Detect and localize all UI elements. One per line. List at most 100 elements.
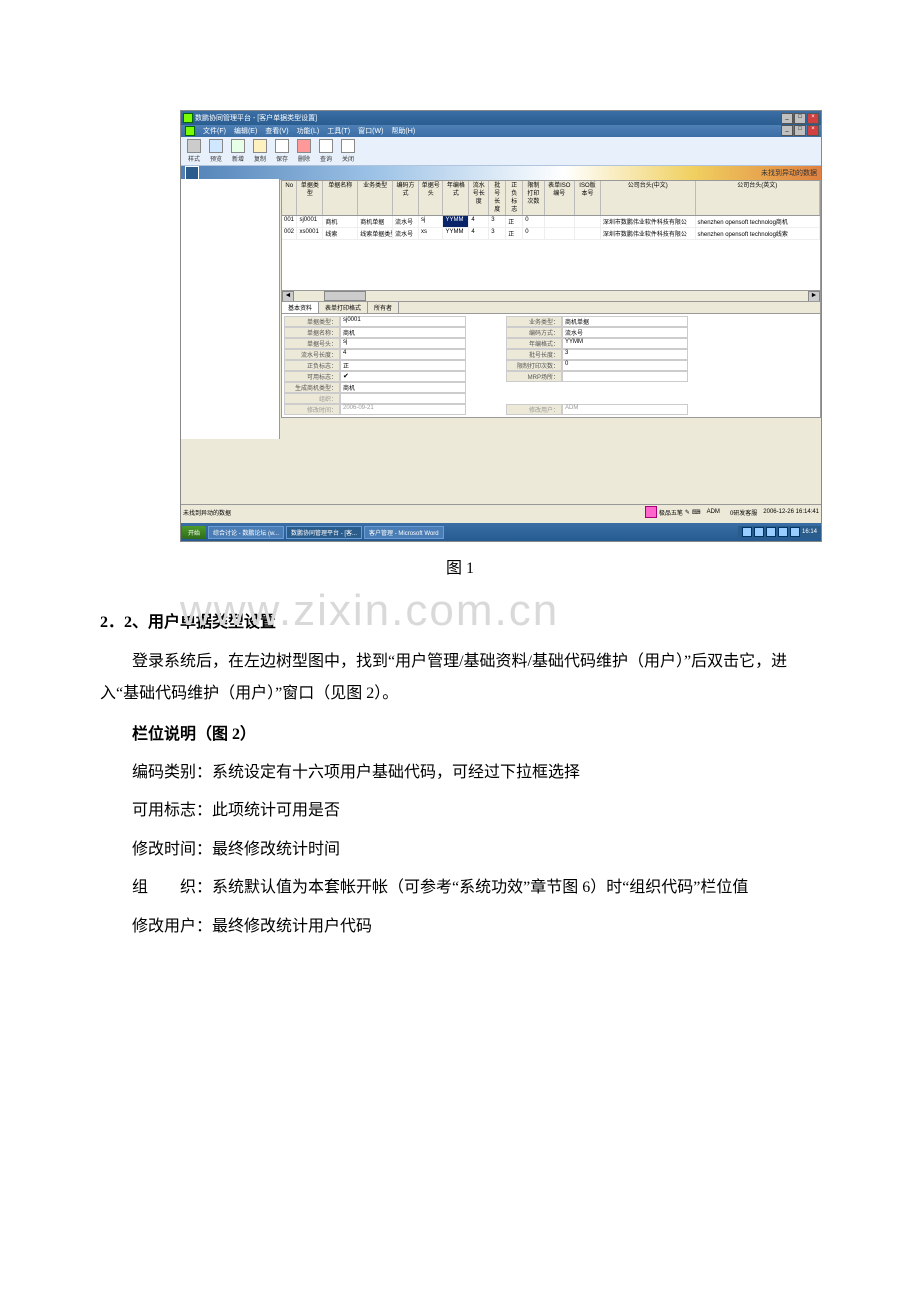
ime-icon[interactable] (645, 506, 657, 518)
mdi-maximize-icon[interactable]: □ (794, 125, 806, 136)
column-header[interactable]: 公司台头(中文) (601, 181, 696, 215)
column-header[interactable]: 单据名称 (323, 181, 358, 215)
column-header[interactable]: 正负标志 (506, 181, 523, 215)
scroll-thumb[interactable] (324, 291, 366, 301)
cell-cen: shenzhen opensoft technolog线索 (696, 228, 820, 239)
taskbar-item[interactable]: 数鹏协同管理平台 - [客... (286, 526, 362, 539)
maximize-icon[interactable]: □ (794, 113, 806, 124)
find-icon (319, 139, 333, 153)
field-value[interactable]: sj (340, 338, 466, 349)
新增-button[interactable]: 新增 (229, 139, 247, 163)
scroll-right-icon[interactable]: ► (808, 291, 820, 302)
cell-biz: 商机单据 (358, 216, 393, 227)
app-screenshot: 数鹏协同管理平台 - [客户单据类型设置] _ □ × _ □ × 文件(F) … (180, 110, 822, 542)
start-button[interactable]: 开始 (182, 526, 206, 539)
column-header[interactable]: 单据类型 (297, 181, 323, 215)
table-row[interactable]: 001sj0001商机商机单据流水号sjYYMM43正0深圳市数鹏伟业软件科技有… (282, 216, 820, 228)
field-value[interactable]: 流水号 (562, 327, 688, 338)
taskbar-item[interactable]: 综合讨论 - 数鹏论坛 (w... (208, 526, 284, 539)
field-value[interactable]: 0 (562, 360, 688, 371)
header-band-message: 未找到异动的数据 (761, 168, 817, 178)
toolbar: 样式预览新增复制保存删除查询关闭 (181, 137, 821, 166)
tray-icon[interactable] (742, 527, 752, 537)
field-label: 单据号头： (284, 338, 340, 349)
status-bar: 未找到异动的数据 极品五笔 ✎ ⌨ ADM 0研发客服 2006-12-26 1… (181, 504, 821, 519)
status-dev: 0研发客服 (730, 508, 757, 517)
tab-owner[interactable]: 所有者 (368, 302, 399, 313)
menu-file[interactable]: 文件(F) (203, 126, 226, 136)
data-grid[interactable]: No单据类型单据名称业务类型编码方式单据号头年编格式流水号长度批号长度正负标志限… (281, 180, 821, 302)
mdi-minimize-icon[interactable]: _ (781, 125, 793, 136)
cell-czh: 深圳市数鹏伟业软件科技有限公 (601, 216, 696, 227)
column-header[interactable]: 编码方式 (393, 181, 419, 215)
tab-basic[interactable]: 基本资料 (282, 302, 319, 313)
column-header[interactable]: 公司台头(英文) (696, 181, 820, 215)
ime-tool-icon[interactable]: ✎ (685, 509, 690, 516)
field-value[interactable]: 商机 (340, 327, 466, 338)
add-icon (231, 139, 245, 153)
column-header[interactable]: No (282, 181, 297, 215)
minimize-icon[interactable]: _ (781, 113, 793, 124)
field-value: 2006-09-21 (340, 404, 466, 415)
field-value[interactable]: 4 (340, 349, 466, 360)
section-heading: 2．2、用户单据类型设置 (100, 608, 820, 632)
table-row[interactable]: 002xs0001线索线索单据类型流水号xsYYMM43正0深圳市数鹏伟业软件科… (282, 228, 820, 240)
tray-icon[interactable] (754, 527, 764, 537)
cell-flow: 4 (469, 228, 489, 239)
ime-label: 极品五笔 (659, 508, 683, 517)
mdi-close-icon[interactable]: × (807, 125, 819, 136)
field-value[interactable]: 正 (340, 360, 466, 371)
field-value[interactable]: sj0001 (340, 316, 466, 327)
status-time: 2006-12-26 16:14:41 (763, 509, 819, 515)
grid-scrollbar[interactable]: ◄ ► (282, 290, 820, 301)
menu-window[interactable]: 窗口(W) (358, 126, 383, 136)
tree-panel[interactable] (181, 179, 280, 439)
field-value[interactable] (562, 371, 688, 382)
close-icon[interactable]: × (807, 113, 819, 124)
tray-icon[interactable] (766, 527, 776, 537)
cell-name: 商机 (323, 216, 358, 227)
field-value[interactable] (340, 371, 466, 382)
menu-func[interactable]: 功能(L) (297, 126, 320, 136)
module-icon (185, 166, 199, 180)
field-label: 限制打印次数： (506, 360, 562, 371)
field-label: 年编格式： (506, 338, 562, 349)
预览-button[interactable]: 预览 (207, 139, 225, 163)
查询-button[interactable]: 查询 (317, 139, 335, 163)
field-value[interactable]: 3 (562, 349, 688, 360)
tray-icon[interactable] (790, 527, 800, 537)
column-header[interactable]: 限制打印次数 (523, 181, 544, 215)
field-value[interactable]: 商机单据 (562, 316, 688, 327)
field-value[interactable]: YYMM (562, 338, 688, 349)
tray-icon[interactable] (778, 527, 788, 537)
scroll-left-icon[interactable]: ◄ (282, 291, 294, 302)
field-label: 可用标志： (284, 371, 340, 382)
cell-head: xs (419, 228, 443, 239)
menu-view[interactable]: 查看(V) (265, 126, 288, 136)
cell-sign: 正 (506, 228, 523, 239)
复制-button[interactable]: 复制 (251, 139, 269, 163)
关闭-button[interactable]: 关闭 (339, 139, 357, 163)
column-header[interactable]: 表单ISO编号 (545, 181, 575, 215)
column-header[interactable]: 单据号头 (419, 181, 443, 215)
cell-biz: 线索单据类型 (358, 228, 393, 239)
field-value[interactable]: 商机 (340, 382, 466, 393)
删除-button[interactable]: 删除 (295, 139, 313, 163)
column-header[interactable]: 年编格式 (443, 181, 469, 215)
tab-print[interactable]: 表单打印格式 (319, 302, 368, 313)
cell-head: sj (419, 216, 443, 227)
保存-button[interactable]: 保存 (273, 139, 291, 163)
menu-help[interactable]: 帮助(H) (391, 126, 415, 136)
column-header[interactable]: 流水号长度 (469, 181, 489, 215)
menu-edit[interactable]: 编辑(E) (234, 126, 257, 136)
column-header[interactable]: 批号长度 (489, 181, 506, 215)
gray-icon (187, 139, 201, 153)
taskbar-item[interactable]: 客户管理 - Microsoft Word (364, 526, 444, 539)
field-label: 生成商机类型： (284, 382, 340, 393)
ime-keyboard-icon[interactable]: ⌨ (692, 509, 701, 516)
样式-button[interactable]: 样式 (185, 139, 203, 163)
column-header[interactable]: ISO版本号 (575, 181, 601, 215)
menu-tools[interactable]: 工具(T) (327, 126, 350, 136)
column-header[interactable]: 业务类型 (358, 181, 393, 215)
field-description: 组 织：系统默认值为本套帐开帐（可参考“系统功效”章节图 6）时“组织代码”栏位… (100, 869, 820, 907)
